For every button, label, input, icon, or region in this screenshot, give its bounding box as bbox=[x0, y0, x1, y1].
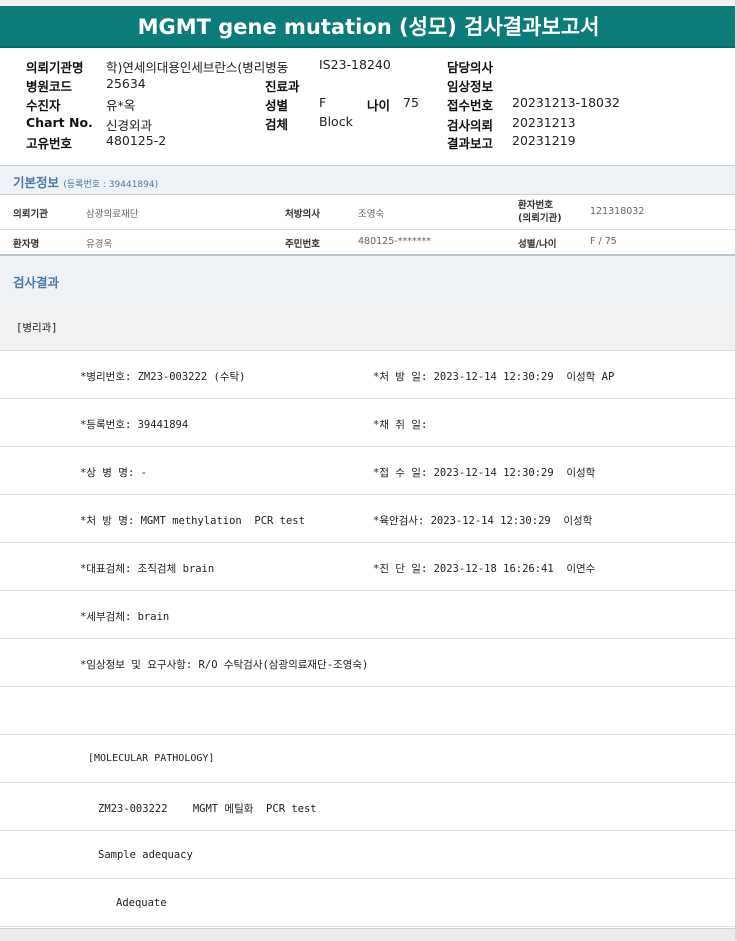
result-right-field: *진 단 일: 2023-12-18 16:26:41 이연수 bbox=[373, 563, 596, 575]
basic-info-header: 기본정보 (등록번호 : 39441894) bbox=[0, 165, 737, 195]
sex-age-label: 성별/나이 bbox=[518, 239, 557, 250]
patient-name-label: 환자명 bbox=[13, 239, 40, 250]
report-label: 결과보고 bbox=[447, 136, 494, 151]
unique-value: 480125-2 bbox=[106, 133, 167, 148]
result-left-field: *대표검체: 조직검체 brain bbox=[80, 563, 215, 575]
result-left-field: *임상정보 및 요구사항: R/O 수탁검사(삼광의료재단-조영숙) bbox=[80, 659, 369, 671]
chart-value: 신경외과 bbox=[106, 118, 153, 133]
hospital-code-label: 병원코드 bbox=[26, 79, 73, 94]
specimen-label: 검체 bbox=[265, 117, 289, 132]
dept-tag: [병리과] bbox=[16, 322, 58, 334]
result-row: *병리번호: ZM23-003222 (수탁) *처 방 일: 2023-12-1… bbox=[0, 351, 737, 399]
sex-age-value: F / 75 bbox=[590, 236, 617, 247]
result-left-field: *처 방 명: MGMT methylation PCR test bbox=[80, 515, 305, 527]
sample-value-row: Adequate bbox=[0, 879, 737, 927]
patient-no-label-sub: (의뢰기관) bbox=[518, 213, 562, 224]
registration-number: (등록번호 : 39441894) bbox=[63, 180, 159, 190]
prescriber-label: 처방의사 bbox=[285, 209, 320, 220]
age-label: 나이 bbox=[367, 98, 391, 113]
rrn-label: 주민번호 bbox=[285, 239, 320, 250]
basic-info-title-text: 기본정보 bbox=[13, 175, 60, 190]
unique-label: 고유번호 bbox=[26, 136, 73, 151]
result-row: *처 방 명: MGMT methylation PCR test *육안검사: … bbox=[0, 495, 737, 543]
request-label: 검사의뢰 bbox=[447, 118, 494, 133]
report-title: MGMT gene mutation (성모) 검사결과보고서 bbox=[0, 6, 737, 48]
result-right-field: *처 방 일: 2023-12-14 12:30:29 이성학 AP bbox=[373, 371, 615, 383]
chart-label: Chart No. bbox=[26, 115, 93, 130]
result-row: *상 병 명: - *접 수 일: 2023-12-14 12:30:29 이성학 bbox=[0, 447, 737, 495]
patient-no-label-text: 환자번호 bbox=[518, 200, 553, 211]
ward-value: IS23-18240 bbox=[319, 57, 391, 72]
prescriber-value: 조영숙 bbox=[358, 209, 385, 220]
molecular-row: [MOLECULAR PATHOLOGY] bbox=[0, 735, 737, 783]
patient-name-value: 유경옥 bbox=[86, 239, 113, 250]
result-right-field: *접 수 일: 2023-12-14 12:30:29 이성학 bbox=[373, 467, 596, 479]
molecular-test: ZM23-003222 MGMT 메틸화 PCR test bbox=[98, 803, 317, 815]
result-left-field: *상 병 명: - bbox=[80, 467, 147, 479]
sex-label: 성별 bbox=[265, 98, 289, 113]
dept-row: [병리과] bbox=[0, 302, 737, 351]
request-value: 20231213 bbox=[512, 115, 576, 130]
patient-value: 유*옥 bbox=[106, 98, 136, 113]
patient-no-label: 환자번호 (의뢰기관) bbox=[518, 199, 562, 225]
results-header: 검사결과 bbox=[0, 254, 737, 304]
result-left-field: *등록번호: 39441894 bbox=[80, 419, 189, 431]
receipt-value: 20231213-18032 bbox=[512, 95, 620, 110]
sample-adequacy-label: Sample adequacy bbox=[98, 849, 193, 861]
age-value: 75 bbox=[403, 95, 419, 110]
sex-value: F bbox=[319, 95, 327, 110]
basic-info-title: 기본정보 (등록번호 : 39441894) bbox=[13, 172, 158, 191]
requester-label: 의뢰기관 bbox=[13, 209, 48, 220]
rrn-value: 480125-******* bbox=[358, 236, 431, 247]
molecular-tag: [MOLECULAR PATHOLOGY] bbox=[88, 753, 215, 764]
clinical-label: 임상정보 bbox=[447, 79, 494, 94]
report-value: 20231219 bbox=[512, 133, 576, 148]
result-row: *대표검체: 조직검체 brain *진 단 일: 2023-12-18 16:2… bbox=[0, 543, 737, 591]
result-left-field: *병리번호: ZM23-003222 (수탁) bbox=[80, 371, 246, 383]
requester-value: 삼광의료재단 bbox=[86, 209, 139, 220]
receipt-label: 접수번호 bbox=[447, 98, 494, 113]
sample-adequacy-value: Adequate bbox=[116, 897, 167, 909]
hospital-code-value: 25634 bbox=[106, 76, 146, 91]
molecular-test-row: ZM23-003222 MGMT 메틸화 PCR test bbox=[0, 783, 737, 831]
result-row: *임상정보 및 요구사항: R/O 수탁검사(삼광의료재단-조영숙) bbox=[0, 639, 737, 687]
patient-no-value: 121318032 bbox=[590, 206, 645, 217]
specimen-value: Block bbox=[319, 114, 353, 129]
basic-info-row-1: 의뢰기관 삼광의료재단 처방의사 조영숙 환자번호 (의뢰기관) 12131803… bbox=[0, 194, 737, 230]
institution-label: 의뢰기관명 bbox=[26, 60, 84, 75]
horizontal-scrollbar[interactable] bbox=[0, 928, 737, 941]
result-row: *세부검체: brain bbox=[0, 591, 737, 639]
doctor-label: 담당의사 bbox=[447, 60, 494, 75]
dept-label: 진료과 bbox=[265, 79, 300, 94]
patient-label: 수진자 bbox=[26, 98, 61, 113]
institution-value: 학)연세의대용인세브란스(병리병동 bbox=[106, 60, 289, 75]
sample-label-row: Sample adequacy bbox=[0, 831, 737, 879]
result-left-field: *세부검체: brain bbox=[80, 611, 170, 623]
results-title: 검사결과 bbox=[13, 275, 60, 290]
result-row: *등록번호: 39441894 *채 취 일: bbox=[0, 399, 737, 447]
blank-row bbox=[0, 687, 737, 735]
result-right-field: *채 취 일: bbox=[373, 419, 428, 431]
result-right-field: *육안검사: 2023-12-14 12:30:29 이성학 bbox=[373, 515, 593, 527]
basic-info-row-2: 환자명 유경옥 주민번호 480125-******* 성별/나이 F / 75 bbox=[0, 230, 737, 253]
